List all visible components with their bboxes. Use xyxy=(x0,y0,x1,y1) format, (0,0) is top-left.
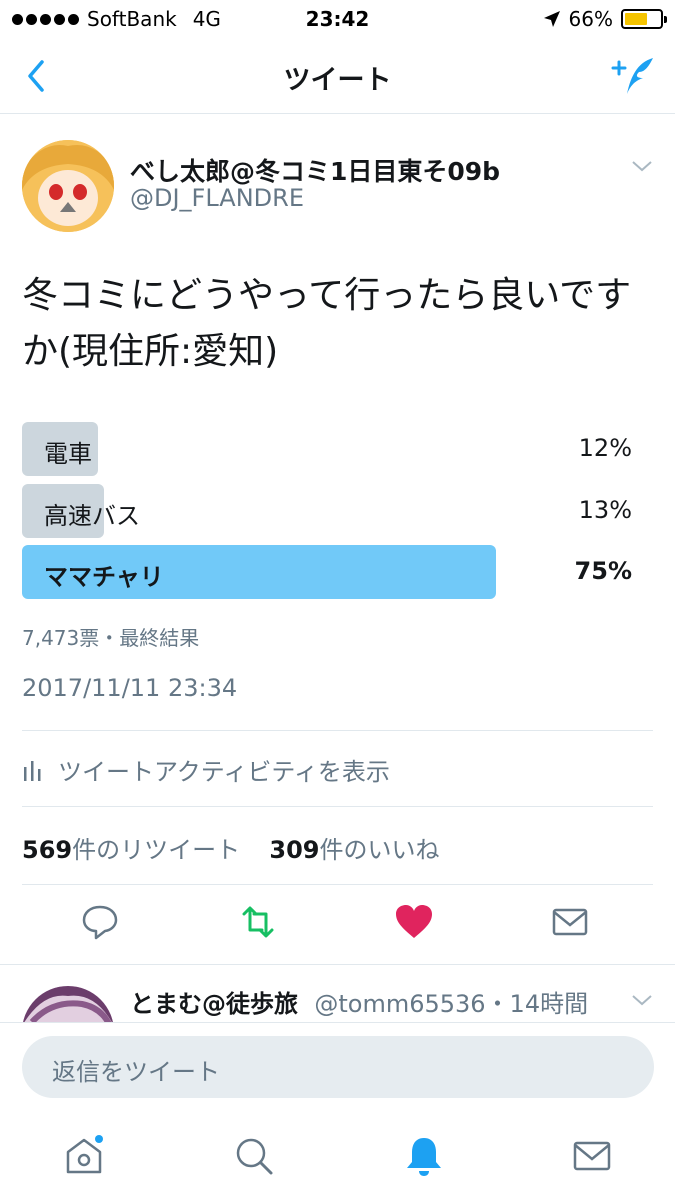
location-arrow-icon xyxy=(543,11,560,27)
messages-icon[interactable] xyxy=(570,1134,614,1178)
tweet-activity-label: ツイートアクティビティを表示 xyxy=(58,758,390,786)
reply-placeholder: 返信をツイート xyxy=(52,1058,220,1086)
retweet-suffix: 件のリツイート xyxy=(72,836,241,864)
author-handle[interactable]: @DJ_FLANDRE xyxy=(130,184,304,212)
chevron-down-icon[interactable] xyxy=(631,992,653,1008)
like-icon[interactable] xyxy=(392,900,436,944)
reply-input[interactable]: 返信をツイート xyxy=(22,1036,654,1098)
author-name[interactable]: べし太郎@冬コミ1日目東そ09b xyxy=(130,152,500,188)
like-suffix: 件のいいね xyxy=(319,836,440,864)
search-icon[interactable] xyxy=(232,1134,276,1178)
reply-icon[interactable] xyxy=(78,900,122,944)
bar-chart-icon xyxy=(24,760,41,781)
author-avatar[interactable] xyxy=(22,140,114,232)
poll-option: 高速バス 13% xyxy=(22,484,632,538)
poll-option-percent: 75% xyxy=(574,557,632,585)
reply-handle-time: @tomm65536・14時間 xyxy=(314,990,589,1018)
home-icon[interactable] xyxy=(62,1134,106,1178)
compose-tweet-icon[interactable] xyxy=(609,54,657,98)
engagement-stats: 569件のリツイート 309件のいいね xyxy=(22,830,440,865)
like-count: 309 xyxy=(269,836,320,864)
direct-message-icon[interactable] xyxy=(548,900,592,944)
tweet-timestamp: 2017/11/11 23:34 xyxy=(22,674,238,702)
battery-fill xyxy=(625,13,648,25)
battery-icon xyxy=(621,9,667,29)
reply-author-name: とまむ@徒歩旅 xyxy=(130,990,298,1018)
navigation-bar: ツイート xyxy=(0,40,675,114)
poll-option: 電車 12% xyxy=(22,422,632,476)
chevron-down-icon[interactable] xyxy=(631,158,653,174)
status-right: 66% xyxy=(543,7,667,31)
poll-option-percent: 13% xyxy=(578,496,632,524)
poll-option-label: 電車 xyxy=(44,440,92,468)
divider xyxy=(0,1022,675,1023)
retweet-icon[interactable] xyxy=(236,900,280,944)
divider xyxy=(22,806,653,807)
avatar-image xyxy=(22,140,114,232)
poll-option-label: 高速バス xyxy=(44,502,140,530)
retweets-link[interactable]: 569件のリツイート xyxy=(22,836,240,864)
status-bar: SoftBank 4G 23:42 66% xyxy=(0,0,675,40)
tweet-text: 冬コミにどうやって行ったら良いですか(現住所:愛知) xyxy=(22,275,632,372)
divider xyxy=(0,964,675,965)
reply-author[interactable]: とまむ@徒歩旅 @tomm65536・14時間 xyxy=(130,984,588,1019)
tab-bar xyxy=(0,1112,675,1200)
divider xyxy=(22,884,653,885)
retweet-count: 569 xyxy=(22,836,73,864)
tweet-activity-link[interactable]: ツイートアクティビティを表示 xyxy=(22,752,390,787)
poll-option-percent: 12% xyxy=(578,434,632,462)
notifications-bell-icon[interactable] xyxy=(402,1134,446,1178)
divider xyxy=(22,730,653,731)
likes-link[interactable]: 309件のいいね xyxy=(269,836,439,864)
poll-option-winner: ママチャリ 75% xyxy=(22,545,632,599)
poll-option-label: ママチャリ xyxy=(44,563,164,591)
page-title: ツイート xyxy=(283,65,392,96)
tweet-actions xyxy=(0,900,675,952)
poll-meta: 7,473票・最終結果 xyxy=(22,626,200,650)
battery-percent: 66% xyxy=(568,7,613,31)
